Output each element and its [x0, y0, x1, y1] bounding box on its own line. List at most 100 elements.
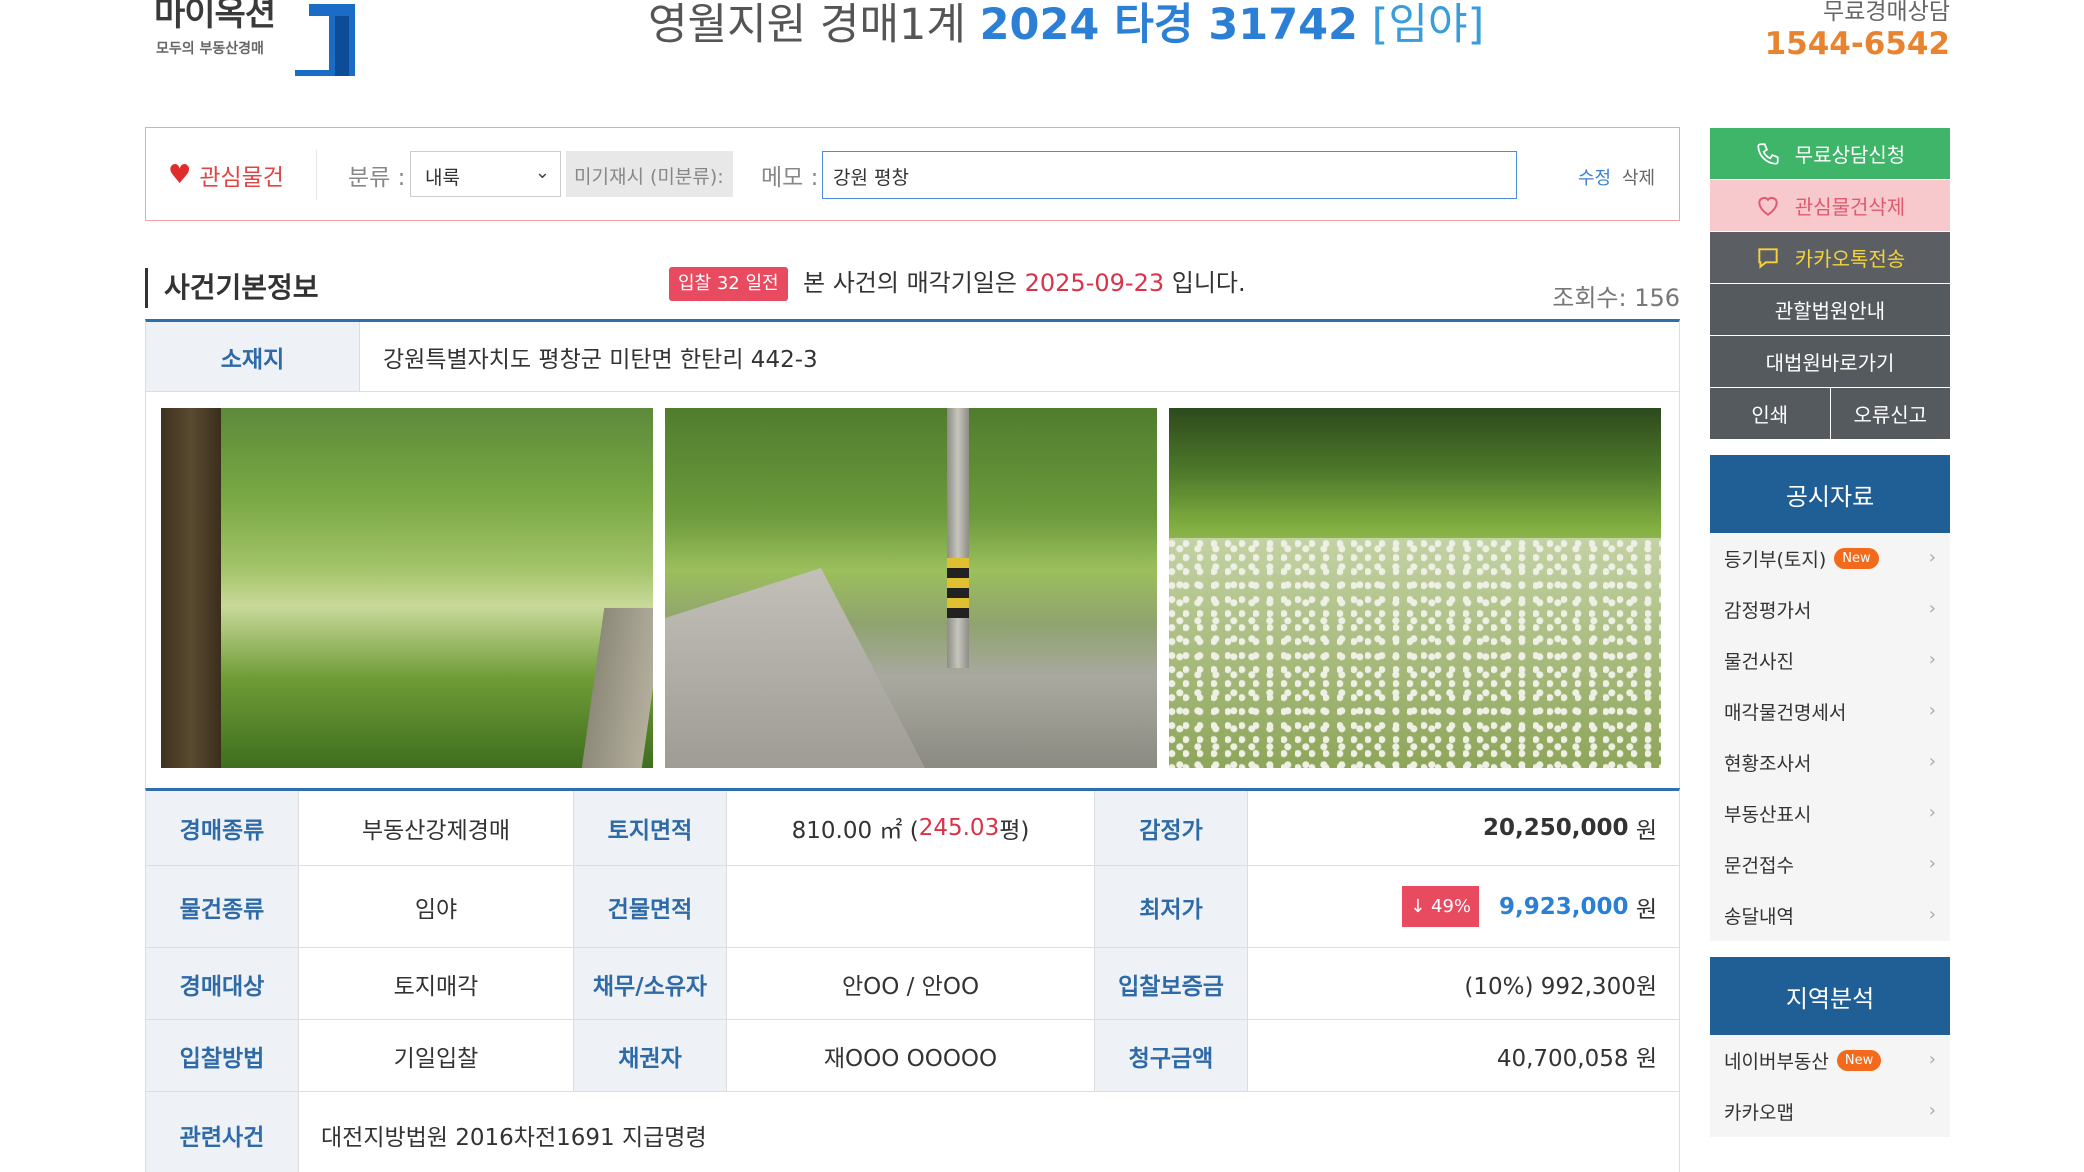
- chevron-right-icon: ›: [1928, 649, 1936, 670]
- divider: [316, 150, 317, 200]
- doc-label: 등기부(토지): [1724, 549, 1827, 571]
- doc-label: 송달내역: [1724, 906, 1794, 928]
- table-row: 경매종류 부동산강제경매 토지면적 810.00 ㎡ (245.03 평) 감정가…: [146, 791, 1679, 866]
- item-type-label: 물건종류: [146, 866, 299, 947]
- chevron-right-icon: ›: [1928, 1049, 1936, 1070]
- consult-contact: 무료경매상담 1544-6542: [1765, 0, 1950, 64]
- min-price-label: 최저가: [1095, 866, 1248, 947]
- dday-badge: 입찰 32 일전: [669, 267, 788, 301]
- item-type-value: 임야: [299, 866, 574, 947]
- deposit-label: 입찰보증금: [1095, 948, 1248, 1019]
- address-value: 강원특별자치도 평창군 미탄면 한탄리 442-3: [359, 322, 1679, 391]
- property-photo[interactable]: [665, 408, 1157, 768]
- memo-delete-link[interactable]: 삭제: [1622, 164, 1655, 190]
- region-link-kakaomap[interactable]: 카카오맵 ›: [1710, 1086, 1950, 1137]
- appraisal-label: 감정가: [1095, 791, 1248, 865]
- chevron-right-icon: ›: [1928, 700, 1936, 721]
- phone-icon: [1757, 142, 1779, 165]
- target-label: 경매대상: [146, 948, 299, 1019]
- region-label: 카카오맵: [1724, 1102, 1794, 1124]
- memo-label: 메모 :: [761, 165, 819, 191]
- doc-label: 현황조사서: [1724, 753, 1812, 775]
- chevron-right-icon: ›: [1928, 904, 1936, 925]
- page-title: 영월지원 경매1계 2024 타경 31742 [임야]: [648, 0, 1484, 56]
- doc-link-property-display[interactable]: 부동산표시 ›: [1710, 788, 1950, 839]
- heart-icon: ♥: [168, 160, 192, 190]
- creditor-label: 채권자: [574, 1020, 727, 1091]
- bid-method-value: 기일입찰: [299, 1020, 574, 1091]
- claim-value: 40,700,058 원: [1496, 1045, 1657, 1072]
- right-sidebar: 무료상담신청 관심물건삭제 카카오톡전송 관할법원안내 대법원바로가기 인쇄 오…: [1710, 128, 1950, 1137]
- kakao-send-button[interactable]: 카카오톡전송: [1710, 232, 1950, 283]
- doc-link-filings[interactable]: 문건접수 ›: [1710, 839, 1950, 890]
- memo-edit-link[interactable]: 수정: [1578, 164, 1611, 190]
- consult-phone[interactable]: 1544-6542: [1765, 24, 1950, 64]
- doc-label: 부동산표시: [1724, 804, 1812, 826]
- chevron-down-icon: ⌄: [534, 162, 550, 183]
- debtor-value: 안OO / 안OO: [727, 948, 1095, 1019]
- table-row: 관련사건 대전지방법원 2016차전1691 지급명령: [146, 1092, 1679, 1172]
- chevron-right-icon: ›: [1928, 751, 1936, 772]
- table-row: 물건종류 임야 건물면적 최저가 ↓ 49% 9,923,000 원: [146, 866, 1679, 948]
- doc-link-delivery[interactable]: 송달내역 ›: [1710, 890, 1950, 941]
- supreme-court-link-button[interactable]: 대법원바로가기: [1710, 336, 1950, 387]
- consult-label: 무료경매상담: [1823, 0, 1950, 25]
- doc-link-sale-spec[interactable]: 매각물건명세서 ›: [1710, 686, 1950, 737]
- print-button[interactable]: 인쇄: [1710, 388, 1830, 439]
- public-docs-title: 공시자료: [1710, 455, 1950, 533]
- sale-date: 2025-09-23: [1024, 269, 1165, 297]
- target-value: 토지매각: [299, 948, 574, 1019]
- new-badge: New: [1834, 548, 1879, 569]
- print-error-group: 인쇄 오류신고: [1710, 388, 1950, 439]
- sale-date-notice: 본 사건의 매각기일은 2025-09-23 입니다.: [803, 266, 1246, 300]
- chevron-right-icon: ›: [1928, 853, 1936, 874]
- favorite-delete-button[interactable]: 관심물건삭제: [1710, 180, 1950, 231]
- address-label: 소재지: [146, 322, 359, 391]
- case-number: 2024 타경 31742: [979, 0, 1358, 50]
- min-price-value: ↓ 49% 9,923,000 원: [1248, 866, 1679, 947]
- free-consult-button[interactable]: 무료상담신청: [1710, 128, 1950, 179]
- section-title: 사건기본정보: [145, 268, 319, 308]
- court-name: 영월지원 경매1계: [648, 0, 966, 50]
- chevron-right-icon: ›: [1928, 547, 1936, 568]
- favorite-delete-label: 관심물건삭제: [1794, 195, 1906, 219]
- land-area-m2: 810.00 ㎡ (: [791, 818, 919, 844]
- court-info-button[interactable]: 관할법원안내: [1710, 284, 1950, 335]
- doc-label: 매각물건명세서: [1724, 702, 1847, 724]
- deposit-value: (10%) 992,300원: [1464, 973, 1657, 1000]
- doc-link-survey[interactable]: 현황조사서 ›: [1710, 737, 1950, 788]
- logo-subtitle: 모두의 부동산경매: [156, 41, 264, 57]
- creditor-value: 재OOO OOOOO: [727, 1020, 1095, 1091]
- doc-label: 감정평가서: [1724, 600, 1812, 622]
- won-unit: 원: [1635, 818, 1657, 844]
- region-link-naver[interactable]: 네이버부동산 New ›: [1710, 1035, 1950, 1086]
- sale-date-suffix: 입니다.: [1171, 269, 1246, 297]
- category-label: 분류 :: [348, 165, 406, 191]
- related-case-label: 관련사건: [146, 1092, 299, 1172]
- new-badge: New: [1836, 1050, 1882, 1071]
- doc-link-registry[interactable]: 등기부(토지) New ›: [1710, 533, 1950, 584]
- chevron-right-icon: ›: [1928, 802, 1936, 823]
- category-select[interactable]: 내룩 ⌄: [410, 151, 561, 197]
- appraisal-amount: 20,250,000: [1483, 815, 1629, 841]
- land-area-label: 토지면적: [574, 791, 727, 865]
- free-consult-label: 무료상담신청: [1794, 143, 1906, 167]
- photo-gallery: [145, 392, 1680, 788]
- doc-link-photos[interactable]: 물건사진 ›: [1710, 635, 1950, 686]
- debtor-label: 채무/소유자: [574, 948, 727, 1019]
- chevron-right-icon: ›: [1928, 598, 1936, 619]
- doc-label: 물건사진: [1724, 651, 1794, 673]
- kakao-send-label: 카카오톡전송: [1794, 247, 1906, 271]
- favorite-bar: ♥ 관심물건 분류 : 내룩 ⌄ 미기재시 (미분류): 메모 : 강원 평창 …: [145, 127, 1680, 221]
- chevron-right-icon: ›: [1928, 1100, 1936, 1121]
- address-row: 소재지 강원특별자치도 평창군 미탄면 한탄리 442-3: [145, 319, 1680, 392]
- memo-input[interactable]: 강원 평창: [822, 151, 1517, 199]
- site-logo[interactable]: 마이옥션 모두의 부동산경매: [150, 0, 365, 80]
- property-photo[interactable]: [1169, 408, 1661, 768]
- land-area-unit: 평): [999, 818, 1030, 844]
- property-photo[interactable]: [161, 408, 653, 768]
- building-area-label: 건물면적: [574, 866, 727, 947]
- favorite-toggle[interactable]: ♥ 관심물건: [168, 158, 284, 192]
- report-error-button[interactable]: 오류신고: [1830, 388, 1950, 439]
- doc-link-appraisal[interactable]: 감정평가서 ›: [1710, 584, 1950, 635]
